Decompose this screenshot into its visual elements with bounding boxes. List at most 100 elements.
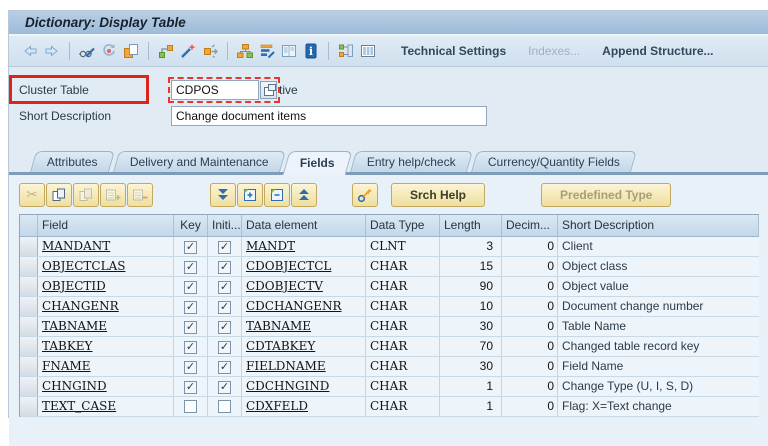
initial-cell: ✓ — [208, 337, 242, 356]
row-selector[interactable] — [20, 257, 38, 276]
key-cell: ✓ — [174, 277, 208, 296]
move-down-button[interactable] — [210, 182, 236, 207]
info-icon[interactable]: i — [300, 41, 322, 61]
field-cell: TABKEY — [38, 337, 174, 356]
header-initial: Initi... — [208, 215, 242, 236]
field-link[interactable]: FNAME — [42, 359, 91, 373]
object-list-icon[interactable] — [335, 41, 357, 61]
description-cell: Object class — [562, 259, 628, 273]
data-element-link[interactable]: CDCHANGENR — [246, 299, 342, 313]
copy-as-icon[interactable] — [120, 41, 142, 61]
data-element-link[interactable]: CDOBJECTV — [246, 279, 323, 293]
table-row: OBJECTCLAS ✓ ✓ CDOBJECTCL CHAR 15 0 Object clas… — [20, 257, 759, 277]
short-description-input[interactable]: Change document items — [171, 106, 487, 126]
display-change-icon[interactable] — [76, 41, 98, 61]
description-cell: Table Name — [562, 319, 627, 333]
field-link[interactable]: TEXT_CASE — [42, 399, 116, 413]
delete-row-icon — [133, 189, 148, 200]
key-cell: ✓ — [174, 317, 208, 336]
initial-cell: ✓ — [208, 297, 242, 316]
data-type-cell: CHAR — [366, 297, 440, 316]
row-selector[interactable] — [20, 277, 38, 296]
table-row: OBJECTID ✓ ✓ CDOBJECTV CHAR 90 0 Object value — [20, 277, 759, 297]
fields-tab-panel: ✂ Srch Help Predefined Type Field Key In… — [9, 175, 768, 446]
header-decimals: Decim... — [502, 215, 558, 236]
row-selector[interactable] — [20, 297, 38, 316]
row-selector[interactable] — [20, 397, 38, 416]
data-type-cell: CHAR — [366, 337, 440, 356]
cut-icon: ✂ — [26, 186, 38, 202]
forward-icon[interactable] — [41, 41, 63, 61]
initial-checkbox: ✓ — [218, 361, 231, 374]
length-cell: 90 — [440, 277, 502, 296]
data-element-link[interactable]: TABNAME — [246, 319, 311, 333]
insert-row-button — [100, 182, 126, 207]
data-type-cell: CHAR — [366, 357, 440, 376]
field-cell: MANDANT — [38, 237, 174, 256]
delete-entry-button[interactable] — [264, 182, 290, 207]
length-cell: 30 — [440, 317, 502, 336]
row-selector[interactable] — [20, 377, 38, 396]
field-link[interactable]: MANDANT — [42, 239, 110, 253]
table-body: MANDANT ✓ ✓ MANDT CLNT 3 0 Client OBJECTCLAS ✓ ✓ CD… — [20, 237, 759, 417]
copy-button[interactable] — [46, 182, 72, 207]
tab-attributes[interactable]: Attributes — [29, 151, 115, 172]
data-type-cell: CHAR — [366, 317, 440, 336]
cluster-table-input[interactable]: CDPOS — [171, 80, 259, 100]
forward-routing-icon[interactable] — [199, 41, 221, 61]
append-structure-button[interactable]: Append Structure... — [602, 44, 713, 58]
row-selector[interactable] — [20, 337, 38, 356]
refresh-icon[interactable] — [98, 41, 120, 61]
sorted-list-icon[interactable] — [256, 41, 278, 61]
length-cell: 1 — [440, 377, 502, 396]
key-cell: ✓ — [174, 337, 208, 356]
row-selector[interactable] — [20, 357, 38, 376]
key-checkbox: ✓ — [184, 361, 197, 374]
data-element-cell: CDXFELD — [242, 397, 366, 416]
initial-cell: ✓ — [208, 317, 242, 336]
insert-entry-button[interactable] — [237, 182, 263, 207]
table-view-icon[interactable] — [357, 41, 379, 61]
field-link[interactable]: CHANGENR — [42, 299, 119, 313]
data-element-link[interactable]: FIELDNAME — [246, 359, 326, 373]
srch-help-button[interactable]: Srch Help — [391, 182, 486, 207]
matchcode-icon[interactable] — [260, 81, 277, 99]
technical-settings-button[interactable]: Technical Settings — [401, 44, 506, 58]
data-element-link[interactable]: CDXFELD — [246, 399, 308, 413]
tab-currency-quantity-fields[interactable]: Currency/Quantity Fields — [470, 151, 637, 172]
sap-window: Dictionary: Display Table i Technical Se… — [8, 10, 768, 446]
wand-icon[interactable] — [177, 41, 199, 61]
field-link[interactable]: TABKEY — [42, 339, 92, 353]
data-element-link[interactable]: CDCHNGIND — [246, 379, 329, 393]
key-cell: ✓ — [174, 297, 208, 316]
search-key-button[interactable] — [352, 182, 378, 207]
table-row: MANDANT ✓ ✓ MANDT CLNT 3 0 Client — [20, 237, 759, 257]
decimals-cell: 0 — [502, 377, 558, 396]
short-description-label: Short Description — [19, 109, 112, 123]
tab-delivery-and-maintenance[interactable]: Delivery and Maintenance — [112, 151, 286, 172]
field-link[interactable]: CHNGIND — [42, 379, 107, 393]
data-element-link[interactable]: MANDT — [246, 239, 295, 253]
row-selector[interactable] — [20, 317, 38, 336]
data-element-cell: CDOBJECTCL — [242, 257, 366, 276]
data-element-cell: CDCHNGIND — [242, 377, 366, 396]
display-list-icon[interactable] — [278, 41, 300, 61]
tab-entry-help-check[interactable]: Entry help/check — [350, 151, 473, 172]
tab-fields[interactable]: Fields — [283, 151, 353, 175]
data-element-link[interactable]: CDOBJECTCL — [246, 259, 331, 273]
move-up-button[interactable] — [291, 182, 317, 207]
hierarchy-icon[interactable] — [234, 41, 256, 61]
toolbar-separator — [227, 42, 228, 60]
table-row: TABKEY ✓ ✓ CDTABKEY CHAR 70 0 Changed table rec… — [20, 337, 759, 357]
data-element-link[interactable]: CDTABKEY — [246, 339, 315, 353]
table-row: CHNGIND ✓ ✓ CDCHNGIND CHAR 1 0 Change Type (U, … — [20, 377, 759, 397]
field-link[interactable]: TABNAME — [42, 319, 107, 333]
initial-checkbox: ✓ — [218, 381, 231, 394]
back-icon[interactable] — [19, 41, 41, 61]
svg-text:i: i — [309, 45, 313, 58]
where-used-icon[interactable] — [155, 41, 177, 61]
row-selector[interactable] — [20, 237, 38, 256]
description-cell: Flag: X=Text change — [562, 399, 672, 413]
field-link[interactable]: OBJECTID — [42, 279, 106, 293]
field-link[interactable]: OBJECTCLAS — [42, 259, 125, 273]
